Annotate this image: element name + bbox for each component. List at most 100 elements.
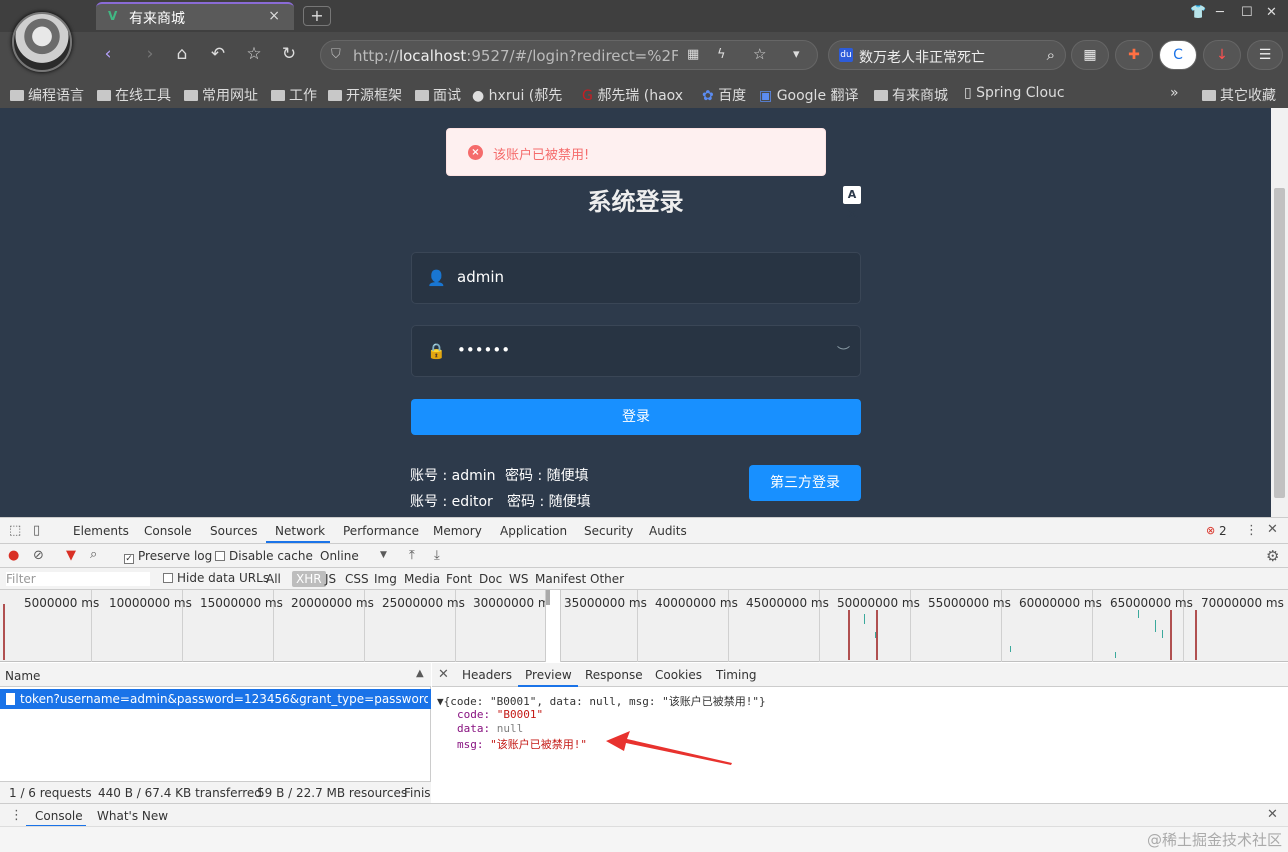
extension-icon[interactable]: C bbox=[1159, 40, 1197, 70]
disable-cache-checkbox[interactable]: Disable cache bbox=[215, 549, 313, 563]
inspect-icon[interactable]: ⬚ bbox=[9, 523, 21, 538]
filter-icon[interactable]: ▼ bbox=[66, 548, 76, 563]
download-icon[interactable]: ↓ bbox=[1203, 40, 1241, 70]
timeline-window-handle[interactable] bbox=[545, 590, 561, 662]
tab-sources[interactable]: Sources bbox=[210, 524, 257, 538]
search-query[interactable]: 数万老人非正常死亡 bbox=[859, 47, 985, 67]
tab-application[interactable]: Application bbox=[500, 524, 567, 538]
tab-cookies[interactable]: Cookies bbox=[655, 668, 702, 682]
tab-memory[interactable]: Memory bbox=[433, 524, 482, 538]
user-avatar[interactable] bbox=[12, 12, 72, 72]
import-har-icon[interactable]: ⤒ bbox=[409, 548, 415, 563]
type-all[interactable]: All bbox=[266, 572, 281, 586]
error-count[interactable]: 2 bbox=[1219, 524, 1227, 538]
bookmark-folder[interactable]: 有来商城 bbox=[874, 85, 948, 105]
bookmarks-more[interactable]: » bbox=[1170, 85, 1179, 101]
maximize-icon[interactable]: ☐ bbox=[1241, 5, 1253, 20]
type-xhr[interactable]: XHR bbox=[292, 571, 326, 587]
back-icon[interactable]: ‹ bbox=[94, 41, 122, 67]
bookmark-folder[interactable]: 面试 bbox=[415, 85, 461, 105]
home-icon[interactable]: ⌂ bbox=[168, 41, 196, 67]
address-bar[interactable]: ⛉ http://localhost:9527/#/login?redirect… bbox=[320, 40, 818, 70]
favorite-icon[interactable]: ☆ bbox=[753, 45, 766, 63]
tab-elements[interactable]: Elements bbox=[73, 524, 129, 538]
expand-triangle-icon[interactable]: ▼ bbox=[437, 695, 444, 708]
checkbox-unchecked[interactable] bbox=[215, 551, 225, 561]
tab-preview[interactable]: Preview bbox=[525, 668, 572, 682]
new-tab-button[interactable]: + bbox=[303, 6, 331, 26]
error-count-icon[interactable]: ⊗ bbox=[1206, 524, 1215, 537]
checkbox-unchecked[interactable] bbox=[163, 573, 173, 583]
hide-data-urls-checkbox[interactable]: Hide data URLs bbox=[163, 571, 269, 585]
browser-tab[interactable]: V 有来商城 × bbox=[96, 2, 294, 30]
forward-icon[interactable]: › bbox=[136, 41, 164, 67]
bookmark-folder[interactable]: 在线工具 bbox=[97, 85, 171, 105]
sort-ascending-icon[interactable]: ▲ bbox=[416, 668, 424, 679]
request-name[interactable]: token?username=admin&password=123456&gra… bbox=[20, 692, 428, 706]
star-icon[interactable]: ☆ bbox=[240, 41, 268, 67]
type-js[interactable]: JS bbox=[325, 572, 336, 586]
tab-audits[interactable]: Audits bbox=[649, 524, 687, 538]
tab-headers[interactable]: Headers bbox=[462, 668, 512, 682]
window-close-icon[interactable]: ✕ bbox=[1266, 5, 1277, 20]
search-icon[interactable]: ⌕ bbox=[1047, 46, 1055, 64]
skin-icon[interactable]: 👕 bbox=[1190, 5, 1206, 20]
checkbox-checked[interactable]: ✓ bbox=[124, 554, 134, 564]
minimize-icon[interactable]: ─ bbox=[1216, 5, 1224, 20]
bookmark-folder[interactable]: 工作 bbox=[271, 85, 317, 105]
timeline-grip[interactable] bbox=[546, 590, 550, 605]
preserve-log-checkbox[interactable]: ✓ Preserve log bbox=[124, 549, 212, 564]
tab-security[interactable]: Security bbox=[584, 524, 633, 538]
drawer-menu-icon[interactable]: ⋮ bbox=[10, 808, 23, 823]
drawer-tab-whats-new[interactable]: What's New bbox=[97, 809, 168, 823]
username-value[interactable]: admin bbox=[457, 268, 504, 286]
page-scrollbar[interactable] bbox=[1271, 108, 1288, 517]
bookmark-baidu[interactable]: ✿ 百度 bbox=[702, 85, 746, 105]
third-party-login-button[interactable]: 第三方登录 bbox=[749, 465, 861, 501]
tab-network[interactable]: Network bbox=[275, 524, 325, 538]
settings-gear-icon[interactable]: ⚙ bbox=[1266, 547, 1279, 565]
dropdown-icon[interactable]: ▾ bbox=[793, 47, 800, 62]
filter-input[interactable]: Filter bbox=[6, 572, 150, 586]
tab-timing[interactable]: Timing bbox=[716, 668, 757, 682]
game-icon[interactable]: ✚ bbox=[1115, 40, 1153, 70]
drawer-tab-console[interactable]: Console bbox=[35, 809, 83, 823]
preview-summary[interactable]: ▼{code: "B0001", data: null, msg: "该账户已被… bbox=[437, 693, 766, 709]
clear-icon[interactable]: ⊘ bbox=[33, 548, 44, 563]
drawer-close-icon[interactable]: ✕ bbox=[1267, 807, 1278, 822]
bookmark-folder[interactable]: 编程语言 bbox=[10, 85, 84, 105]
network-overview-timeline[interactable]: 5000000 ms 10000000 ms 15000000 ms 20000… bbox=[0, 590, 1288, 662]
bookmark-github[interactable]: ● hxrui (郝先 bbox=[472, 85, 572, 105]
bookmark-folder[interactable]: 常用网址 bbox=[184, 85, 258, 105]
bookmark-folder-other[interactable]: 其它收藏 bbox=[1202, 85, 1276, 105]
devtools-close-icon[interactable]: ✕ bbox=[1267, 522, 1278, 537]
password-field[interactable]: 🔒 •••••• ︶ bbox=[411, 325, 861, 377]
type-css[interactable]: CSS bbox=[345, 572, 369, 586]
lightning-icon[interactable]: ϟ bbox=[717, 47, 726, 62]
apps-grid-icon[interactable]: ▦ bbox=[1071, 40, 1109, 70]
tab-close-icon[interactable]: × bbox=[268, 8, 280, 24]
record-icon[interactable]: ● bbox=[8, 548, 19, 563]
bookmark-page[interactable]: ▯ Spring Clouc bbox=[964, 85, 1072, 101]
tab-console[interactable]: Console bbox=[144, 524, 192, 538]
chevron-down-icon[interactable]: ▼ bbox=[380, 550, 387, 560]
search-icon[interactable]: ⌕ bbox=[90, 547, 97, 562]
export-har-icon[interactable]: ⤓ bbox=[434, 548, 440, 563]
undo-icon[interactable]: ↶ bbox=[204, 41, 232, 67]
login-button[interactable]: 登录 bbox=[411, 399, 861, 435]
close-detail-icon[interactable]: ✕ bbox=[438, 667, 449, 682]
type-other[interactable]: Other bbox=[590, 572, 624, 586]
type-manifest[interactable]: Manifest bbox=[535, 572, 586, 586]
password-value[interactable]: •••••• bbox=[457, 341, 510, 359]
eye-closed-icon[interactable]: ︶ bbox=[837, 342, 850, 361]
throttle-select[interactable]: Online bbox=[320, 549, 359, 563]
username-field[interactable]: 👤 admin bbox=[411, 252, 861, 304]
bookmark-folder[interactable]: 开源框架 bbox=[328, 85, 402, 105]
request-row-selected[interactable]: token?username=admin&password=123456&gra… bbox=[0, 689, 431, 709]
name-column-header[interactable]: Name bbox=[5, 669, 40, 683]
type-ws[interactable]: WS bbox=[509, 572, 528, 586]
url-text[interactable]: http://localhost:9527/#/login?redirect=%… bbox=[353, 47, 678, 65]
type-media[interactable]: Media bbox=[404, 572, 440, 586]
type-font[interactable]: Font bbox=[446, 572, 472, 586]
tab-response[interactable]: Response bbox=[585, 668, 643, 682]
